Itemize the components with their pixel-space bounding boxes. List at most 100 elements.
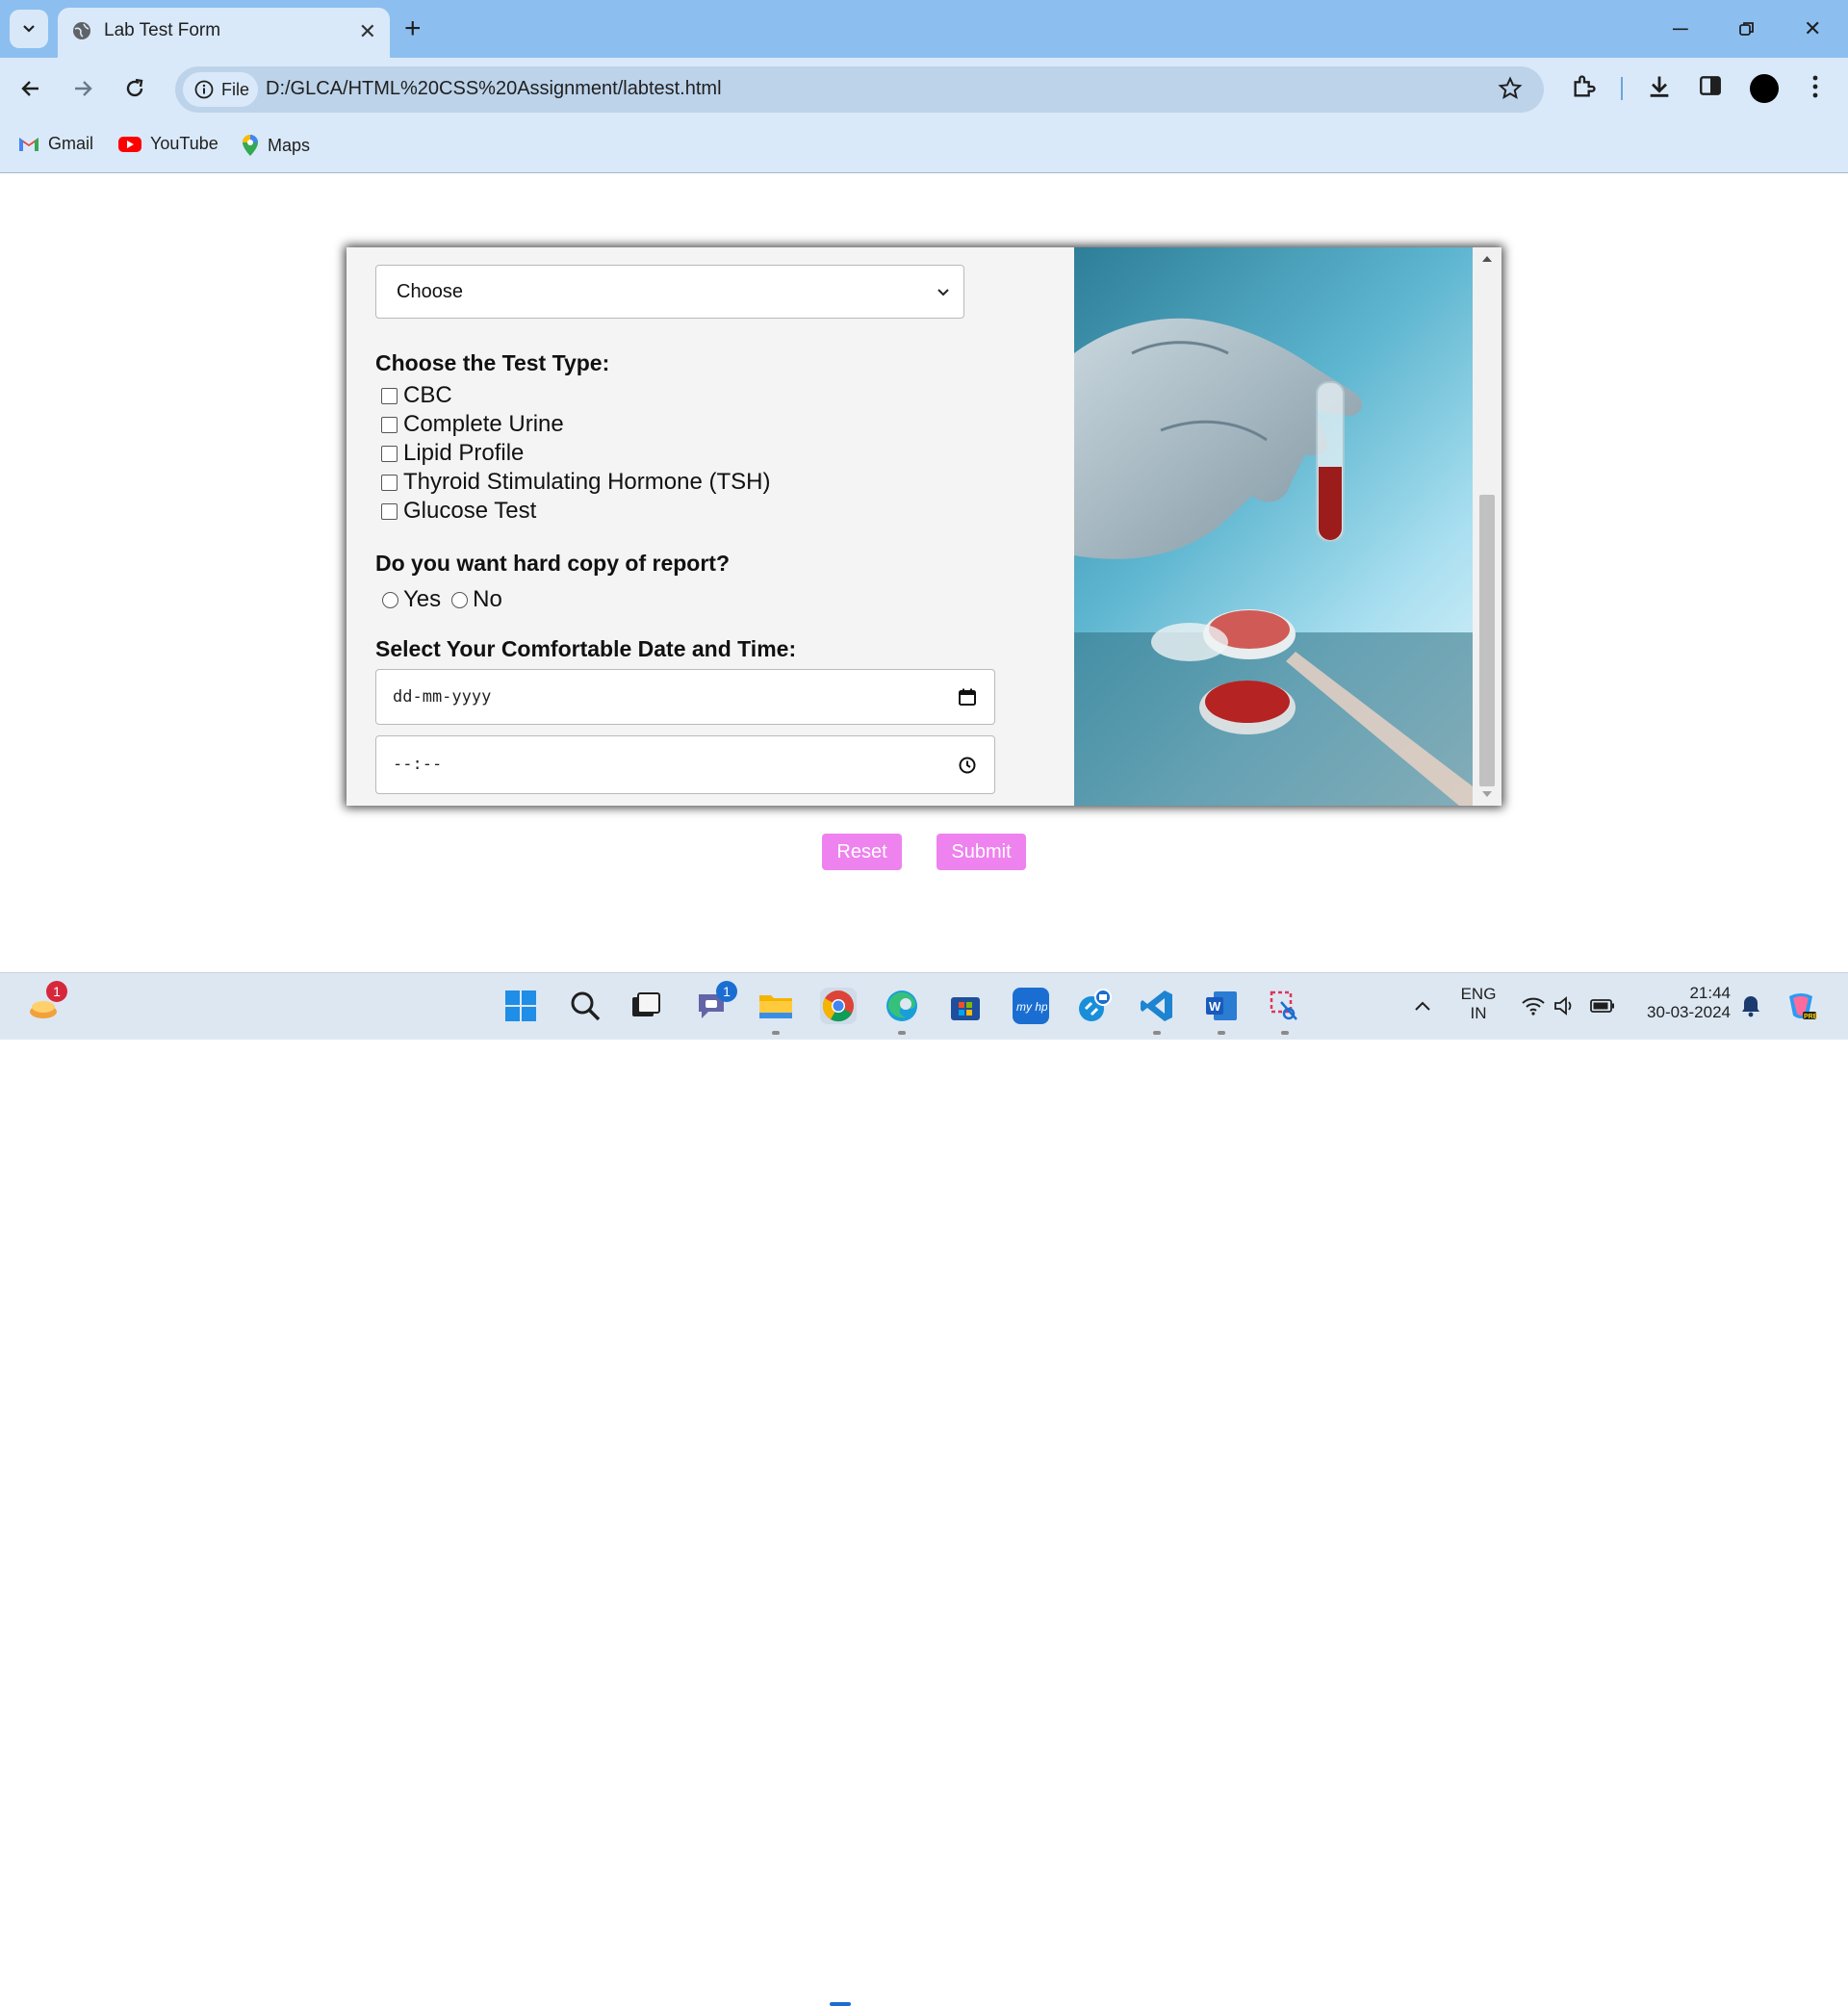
- lab-test-form-card: Choose Choose the Test Type: CBC Complet…: [346, 247, 1502, 806]
- youtube-icon: [118, 136, 141, 152]
- edge-icon[interactable]: [884, 988, 920, 1024]
- scroll-down-icon[interactable]: [1481, 790, 1493, 798]
- mail-connect-icon[interactable]: [1076, 988, 1113, 1024]
- checkbox-complete-urine[interactable]: Complete Urine: [381, 411, 564, 438]
- new-tab-button[interactable]: +: [404, 12, 422, 46]
- bookmark-youtube[interactable]: YouTube: [117, 134, 218, 154]
- notification-bell-icon[interactable]: [1740, 994, 1761, 1017]
- scroll-up-icon[interactable]: [1481, 255, 1493, 263]
- copilot-icon[interactable]: PRE: [1783, 988, 1819, 1024]
- wifi-icon[interactable]: [1521, 996, 1546, 1016]
- bookmark-gmail[interactable]: Gmail: [17, 134, 93, 154]
- checkbox-glucose-test[interactable]: Glucose Test: [381, 498, 536, 525]
- checkbox-tsh[interactable]: Thyroid Stimulating Hormone (TSH): [381, 469, 770, 496]
- checkbox[interactable]: [381, 387, 398, 404]
- close-window-icon[interactable]: ✕: [1804, 10, 1821, 48]
- snipping-tool-icon[interactable]: [1267, 988, 1303, 1024]
- checkbox-label: CBC: [403, 382, 452, 408]
- running-indicator: [1153, 1031, 1161, 1035]
- date-input[interactable]: dd-mm-yyyy: [375, 669, 995, 725]
- language-code: ENG: [1460, 985, 1497, 1003]
- word-icon[interactable]: W: [1203, 988, 1240, 1024]
- svg-text:PRE: PRE: [1804, 1014, 1818, 1020]
- maps-pin-icon: [243, 135, 258, 156]
- radio-no[interactable]: [451, 591, 469, 608]
- close-tab-icon[interactable]: ✕: [359, 19, 376, 44]
- running-indicator: [898, 1031, 906, 1035]
- clock-icon[interactable]: [958, 756, 977, 775]
- start-windows-icon[interactable]: [502, 988, 539, 1024]
- radio-label-no: No: [473, 586, 502, 612]
- reload-icon[interactable]: [117, 71, 152, 106]
- clock[interactable]: 21:44 30-03-2024: [1632, 984, 1731, 1022]
- battery-icon[interactable]: [1590, 998, 1615, 1014]
- language-indicator[interactable]: ENG IN: [1455, 985, 1502, 1023]
- checkbox[interactable]: [381, 474, 398, 491]
- bookmark-label: Gmail: [48, 134, 94, 153]
- checkbox[interactable]: [381, 502, 398, 520]
- reset-button[interactable]: Reset: [822, 834, 902, 870]
- restore-icon[interactable]: [1738, 10, 1756, 50]
- running-indicator: [1218, 1031, 1225, 1035]
- scrollbar-thumb[interactable]: [1479, 495, 1495, 786]
- checkbox[interactable]: [381, 416, 398, 433]
- calendar-icon[interactable]: [958, 687, 977, 707]
- download-icon[interactable]: [1646, 73, 1673, 100]
- running-indicator: [772, 1031, 780, 1035]
- tab-search-button[interactable]: [10, 10, 48, 48]
- gloved-hand-test-tube-image: [1074, 318, 1473, 806]
- file-explorer-icon[interactable]: [757, 988, 794, 1024]
- profile-avatar[interactable]: [1750, 74, 1779, 103]
- page-scrollbar[interactable]: [1473, 247, 1502, 806]
- tab-strip: Lab Test Form ✕ + ─ ✕: [0, 0, 1848, 58]
- chevron-down-icon: [937, 289, 949, 296]
- time-input[interactable]: --:--: [375, 735, 995, 794]
- bookmark-maps[interactable]: Maps: [241, 134, 310, 157]
- active-app-indicator: [830, 2002, 851, 2006]
- bookmark-star-icon[interactable]: [1498, 76, 1523, 101]
- address-bar[interactable]: File D:/GLCA/HTML%20CSS%20Assignment/lab…: [175, 66, 1544, 113]
- radio-yes[interactable]: [382, 591, 398, 608]
- minimize-icon[interactable]: ─: [1673, 10, 1688, 48]
- info-icon: [194, 80, 214, 99]
- gmail-icon: [19, 137, 38, 151]
- lab-test-photo: [1074, 247, 1473, 806]
- browser-toolbar: File D:/GLCA/HTML%20CSS%20Assignment/lab…: [0, 58, 1848, 119]
- task-view-icon[interactable]: [628, 988, 664, 1024]
- url-text[interactable]: D:/GLCA/HTML%20CSS%20Assignment/labtest.…: [266, 78, 722, 100]
- myhp-icon[interactable]: my hp: [1013, 988, 1049, 1024]
- checkbox[interactable]: [381, 445, 398, 462]
- time-placeholder: --:--: [393, 755, 443, 774]
- test-category-select[interactable]: Choose: [375, 265, 964, 319]
- side-panel-icon[interactable]: [1698, 73, 1723, 98]
- extensions-icon[interactable]: [1571, 73, 1598, 100]
- checkbox-label: Lipid Profile: [403, 440, 525, 466]
- site-info-chip[interactable]: File: [183, 72, 258, 107]
- bookmark-label: YouTube: [150, 134, 218, 153]
- teams-badge: 1: [716, 981, 737, 1002]
- date-placeholder: dd-mm-yyyy: [393, 687, 492, 707]
- more-menu-icon[interactable]: [1806, 73, 1825, 100]
- submit-button[interactable]: Submit: [937, 834, 1026, 870]
- toolbar-divider: [1621, 77, 1623, 100]
- bookmark-label: Maps: [268, 135, 311, 155]
- forward-arrow-icon[interactable]: [65, 71, 100, 106]
- checkbox-label: Thyroid Stimulating Hormone (TSH): [403, 469, 771, 495]
- site-chip-label: File: [221, 79, 250, 99]
- checkbox-cbc[interactable]: CBC: [381, 382, 452, 409]
- search-icon[interactable]: [567, 988, 603, 1024]
- back-arrow-icon[interactable]: [13, 71, 48, 106]
- windows-taskbar: 1 1 my hp W ENG IN 21:44 30-03-2024 PRE: [0, 972, 1848, 2006]
- volume-icon[interactable]: [1553, 996, 1577, 1016]
- hard-copy-radio-group: Yes No: [382, 586, 502, 613]
- chrome-icon[interactable]: [820, 988, 857, 1024]
- test-type-heading: Choose the Test Type:: [375, 350, 610, 375]
- active-tab[interactable]: Lab Test Form ✕: [58, 8, 390, 58]
- checkbox-lipid-profile[interactable]: Lipid Profile: [381, 440, 524, 467]
- svg-text:my hp: my hp: [1016, 1000, 1047, 1014]
- checkbox-label: Glucose Test: [403, 498, 537, 524]
- microsoft-store-icon[interactable]: [947, 988, 984, 1024]
- radio-label-yes: Yes: [403, 586, 442, 612]
- chevron-up-icon[interactable]: [1413, 999, 1432, 1013]
- vscode-icon[interactable]: [1139, 988, 1175, 1024]
